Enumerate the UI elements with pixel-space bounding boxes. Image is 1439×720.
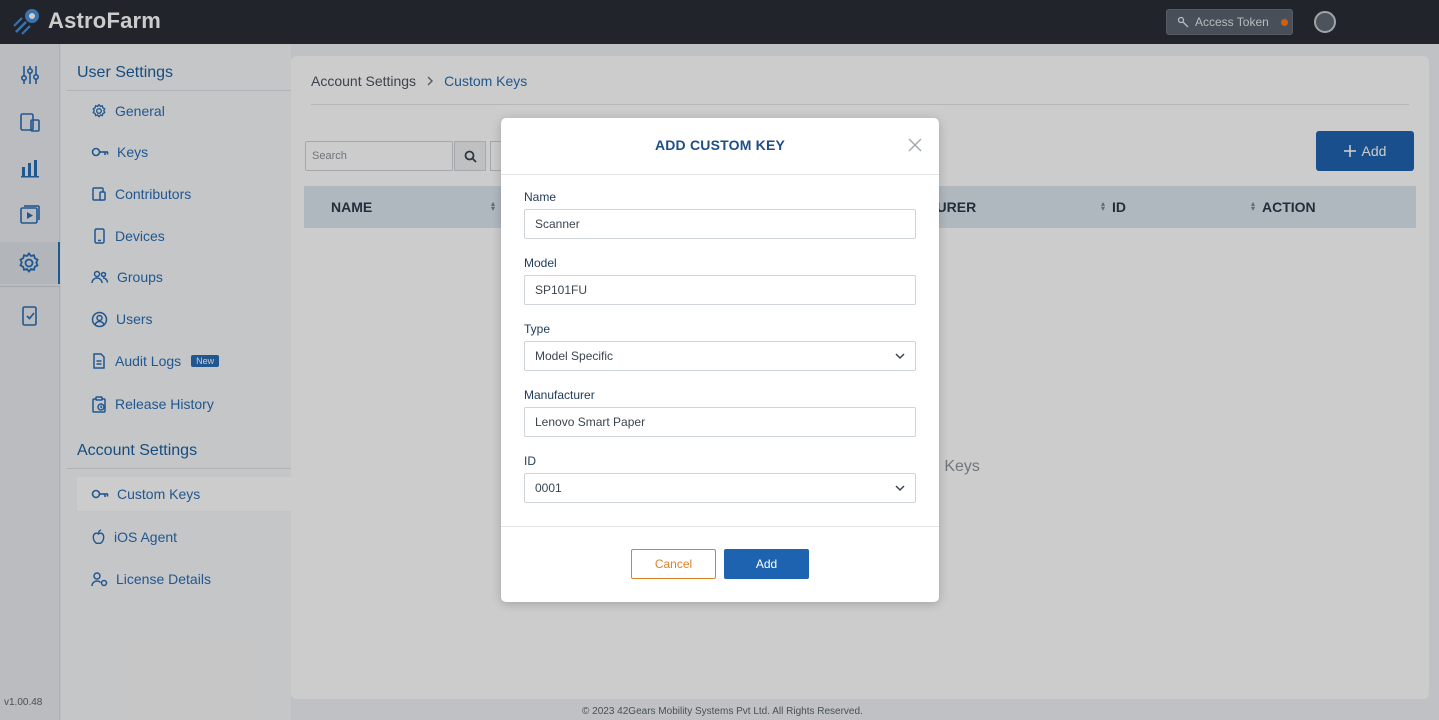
type-value: Model Specific [535,349,614,363]
close-icon[interactable] [906,136,924,154]
add-button[interactable]: Add [724,549,809,579]
chevron-down-icon [895,352,905,359]
dialog-title: ADD CUSTOM KEY [654,137,786,153]
id-label: ID [524,454,536,468]
model-field[interactable]: SP101FU [524,275,916,305]
dialog-divider [501,526,939,527]
model-label: Model [524,256,557,270]
manufacturer-field[interactable]: Lenovo Smart Paper [524,407,916,437]
manufacturer-label: Manufacturer [524,388,595,402]
name-value: Scanner [535,217,580,231]
manufacturer-value: Lenovo Smart Paper [535,415,646,429]
type-select[interactable]: Model Specific [524,341,916,371]
chevron-down-icon [895,484,905,491]
type-label: Type [524,322,551,336]
id-value: 0001 [535,481,562,495]
name-field[interactable]: Scanner [524,209,916,239]
add-custom-key-dialog: ADD CUSTOM KEY Name Scanner Model SP101F… [501,118,939,602]
dialog-divider [501,174,939,175]
id-select[interactable]: 0001 [524,473,916,503]
cancel-button[interactable]: Cancel [631,549,716,579]
model-value: SP101FU [535,283,588,297]
name-label: Name [524,190,557,204]
